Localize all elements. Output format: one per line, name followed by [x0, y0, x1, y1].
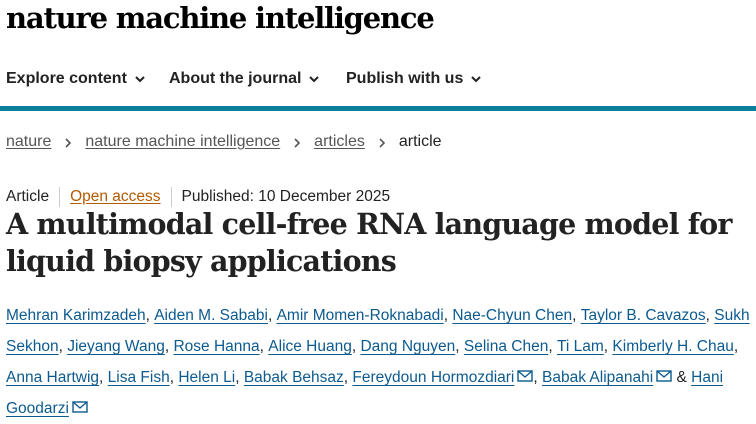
author-separator: , [705, 307, 715, 324]
breadcrumb-journal[interactable]: nature machine intelligence [85, 133, 280, 151]
author-separator: , [58, 338, 68, 355]
author-name[interactable]: Rose Hanna [173, 338, 259, 355]
author-name[interactable]: Aiden M. Sababi [154, 307, 268, 324]
author-item: Nae-Chyun Chen, [452, 307, 580, 324]
nav-about-the-journal[interactable]: About the journal [169, 66, 320, 92]
author-separator: , [733, 338, 739, 355]
breadcrumb-current: article [398, 133, 442, 150]
author-item: Anna Hartwig, [6, 369, 108, 386]
meta-divider [59, 187, 61, 207]
author-item: Rose Hanna, [173, 338, 268, 355]
author-item: Ti Lam, [557, 338, 612, 355]
author-name[interactable]: Fereydoun Hormozdiari [352, 369, 514, 386]
mail-icon[interactable] [517, 370, 534, 382]
author-separator: , [267, 307, 277, 324]
published-date: Published: 10 December 2025 [181, 188, 391, 205]
author-separator: , [145, 307, 155, 324]
author-name[interactable]: Mehran Karimzadeh [6, 307, 146, 324]
nav-publish-with-us[interactable]: Publish with us [346, 66, 482, 92]
chevron-down-icon [470, 73, 482, 85]
author-name[interactable]: Anna Hartwig [6, 369, 99, 386]
author-item: Mehran Karimzadeh, [6, 307, 154, 324]
author-name[interactable]: Jieyang Wang [67, 338, 165, 355]
breadcrumb: nature nature machine intelligence artic… [6, 131, 442, 153]
chevron-down-icon [308, 73, 320, 85]
author-item: Lisa Fish, [108, 369, 179, 386]
author-name[interactable]: Kimberly H. Chau [612, 338, 733, 355]
author-name[interactable]: Selina Chen [464, 338, 548, 355]
chevron-right-icon [63, 136, 73, 148]
journal-logo[interactable]: nature machine intelligence [6, 1, 435, 35]
nav-explore-content-label: Explore content [6, 70, 127, 87]
author-item: Amir Momen-Roknabadi, [277, 307, 453, 324]
header-divider [0, 106, 756, 111]
nav-about-the-journal-label: About the journal [169, 70, 302, 87]
author-separator: , [455, 338, 464, 355]
author-separator: & [672, 369, 692, 386]
author-separator: , [548, 338, 557, 355]
article-meta: Article Open access Published: 10 Decemb… [6, 187, 390, 207]
nav-publish-with-us-label: Publish with us [346, 70, 464, 87]
author-name[interactable]: Taylor B. Cavazos [581, 307, 706, 324]
chevron-right-icon [292, 136, 302, 148]
open-access-link[interactable]: Open access [70, 188, 160, 206]
main-nav: Explore content About the journal Publis… [0, 66, 756, 92]
breadcrumb-nature[interactable]: nature [6, 133, 51, 151]
author-list: Mehran Karimzadeh, Aiden M. Sababi, Amir… [6, 300, 756, 424]
author-name[interactable]: Alice Huang [268, 338, 352, 355]
meta-divider [170, 187, 172, 207]
author-separator: , [572, 307, 581, 324]
author-name[interactable]: Dang Nguyen [360, 338, 455, 355]
chevron-right-icon [377, 136, 387, 148]
author-name[interactable]: Babak Behsaz [244, 369, 344, 386]
breadcrumb-articles[interactable]: articles [314, 133, 365, 151]
author-name[interactable]: Ti Lam [557, 338, 604, 355]
author-separator: , [533, 369, 543, 386]
author-item: Jieyang Wang, [67, 338, 173, 355]
chevron-down-icon [134, 73, 146, 85]
author-name[interactable]: Nae-Chyun Chen [452, 307, 572, 324]
author-item: Fereydoun Hormozdiari, [352, 369, 542, 386]
author-name[interactable]: Helen Li [178, 369, 235, 386]
author-name[interactable]: Lisa Fish [108, 369, 170, 386]
author-separator: , [99, 369, 108, 386]
mail-icon[interactable] [72, 401, 88, 413]
article-type: Article [6, 188, 50, 205]
author-item: Selina Chen, [464, 338, 557, 355]
author-separator: , [259, 338, 269, 355]
author-item: Helen Li, [178, 369, 244, 386]
author-item: Aiden M. Sababi, [154, 307, 276, 324]
author-separator: , [235, 369, 244, 386]
author-item: Kimberly H. Chau, [612, 338, 738, 355]
author-item: Dang Nguyen, [360, 338, 463, 355]
author-name[interactable]: Amir Momen-Roknabadi [277, 307, 444, 324]
author-name[interactable]: Babak Alipanahi [542, 369, 653, 386]
author-item: Babak Alipanahi & [542, 369, 691, 386]
author-item: Babak Behsaz, [244, 369, 353, 386]
author-item: Taylor B. Cavazos, [581, 307, 715, 324]
mail-icon[interactable] [656, 370, 672, 382]
nav-explore-content[interactable]: Explore content [6, 66, 146, 92]
author-item: Alice Huang, [268, 338, 360, 355]
article-title: A multimodal cell-free RNA language mode… [6, 207, 732, 278]
